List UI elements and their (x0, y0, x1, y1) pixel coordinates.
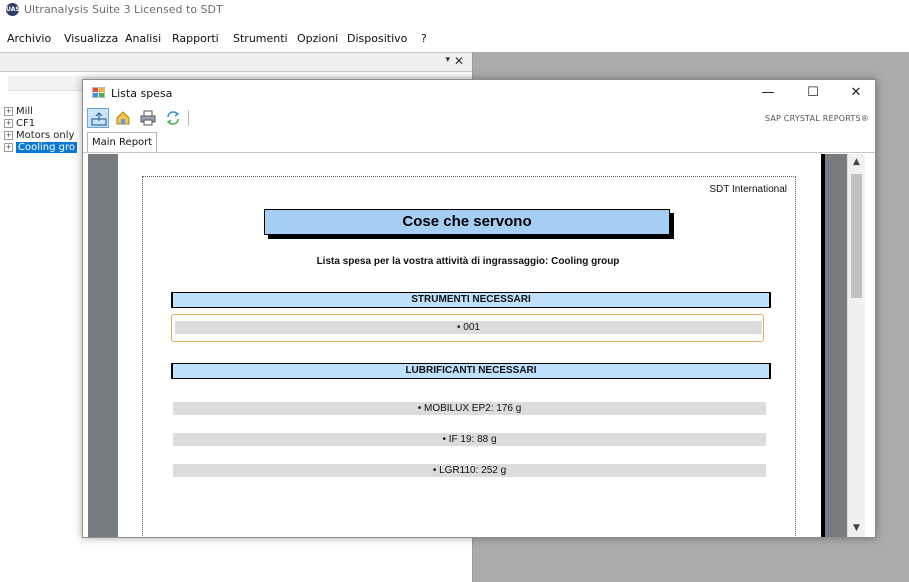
report-viewer: SDT International Cose che servono Lista… (88, 154, 865, 537)
export-button[interactable] (87, 108, 109, 128)
refresh-icon (166, 111, 180, 125)
maximize-button[interactable]: ☐ (798, 84, 828, 102)
lubricant-item-row: • MOBILUX EP2: 176 g (173, 402, 766, 415)
tree-item-motors-only[interactable]: + Motors only (4, 130, 74, 142)
brand-label: SAP CRYSTAL REPORTS® (764, 114, 869, 123)
menu-bar: Archivio Visualizza Analisi Rapporti Str… (0, 30, 909, 48)
menu-rapporti[interactable]: Rapporti (172, 32, 219, 45)
print-button[interactable] (137, 108, 159, 128)
panel-toolbar: ▾ ✕ (0, 52, 472, 72)
expand-icon[interactable]: + (4, 130, 13, 140)
expand-icon[interactable]: + (4, 142, 13, 152)
refresh-button[interactable] (162, 108, 184, 128)
report-title: Cose che servono (264, 209, 670, 235)
tree-item-label: Cooling gro (16, 142, 77, 153)
tool-item-row: • 001 (175, 321, 762, 334)
home-icon (116, 111, 130, 125)
scroll-thumb[interactable] (851, 174, 862, 298)
minimize-button[interactable]: — (753, 84, 783, 102)
print-icon (140, 110, 156, 126)
menu-opzioni[interactable]: Opzioni (297, 32, 338, 45)
menu-strumenti[interactable]: Strumenti (233, 32, 288, 45)
close-button[interactable]: ✕ (841, 84, 871, 102)
tree-item-label: Mill (16, 106, 33, 117)
vertical-scrollbar[interactable]: ▲ ▼ (847, 154, 865, 537)
app-title: Ultranalysis Suite 3 Licensed to SDT (24, 3, 223, 16)
report-toolbar: SAP CRYSTAL REPORTS® (83, 106, 875, 130)
dialog-title-bar: Lista spesa — ☐ ✕ (83, 80, 875, 106)
report-window-icon (92, 87, 105, 98)
dialog-title: Lista spesa (111, 87, 173, 100)
export-icon (91, 112, 107, 126)
expand-icon[interactable]: + (4, 106, 13, 116)
tree-item-label: CF1 (16, 118, 36, 129)
toolbar-separator (188, 110, 189, 126)
app-logo-icon: UAS (6, 3, 20, 16)
lubricant-item-row: • IF 19: 88 g (173, 433, 766, 446)
home-button[interactable] (112, 108, 134, 128)
panel-dropdown-icon[interactable]: ▾ (445, 55, 450, 65)
menu-analisi[interactable]: Analisi (125, 32, 161, 45)
company-name: SDT International (709, 184, 787, 195)
expand-icon[interactable]: + (4, 118, 13, 128)
panel-close-icon[interactable]: ✕ (454, 54, 464, 68)
menu-archivio[interactable]: Archivio (7, 32, 51, 45)
scroll-up-icon[interactable]: ▲ (848, 154, 865, 170)
tree-item-cooling-group[interactable]: + Cooling gro (4, 142, 77, 154)
menu-dispositivo[interactable]: Dispositivo (347, 32, 407, 45)
tab-main-report[interactable]: Main Report (87, 132, 158, 152)
tree-item-cf1[interactable]: + CF1 (4, 118, 35, 130)
tree-item-label: Motors only (16, 130, 75, 141)
lubricant-item-row: • LGR110: 252 g (173, 464, 766, 477)
section-heading-tools: STRUMENTI NECESSARI (171, 292, 771, 308)
tree-item-mill[interactable]: + Mill (4, 106, 33, 118)
report-tab-row: Main Report (83, 130, 875, 153)
section-heading-lubricants: LUBRIFICANTI NECESSARI (171, 363, 771, 379)
app-title-bar: UAS Ultranalysis Suite 3 Licensed to SDT (0, 0, 909, 20)
report-page: SDT International Cose che servono Lista… (118, 154, 821, 537)
scroll-down-icon[interactable]: ▼ (848, 520, 865, 536)
menu-visualizza[interactable]: Visualizza (64, 32, 118, 45)
menu-help[interactable]: ? (421, 32, 427, 45)
report-subtitle: Lista spesa per la vostra attività di in… (316, 256, 620, 267)
page-edge-shadow (821, 154, 825, 537)
report-dialog: Lista spesa — ☐ ✕ SAP CRYSTAL REPORTS® M… (82, 79, 876, 538)
